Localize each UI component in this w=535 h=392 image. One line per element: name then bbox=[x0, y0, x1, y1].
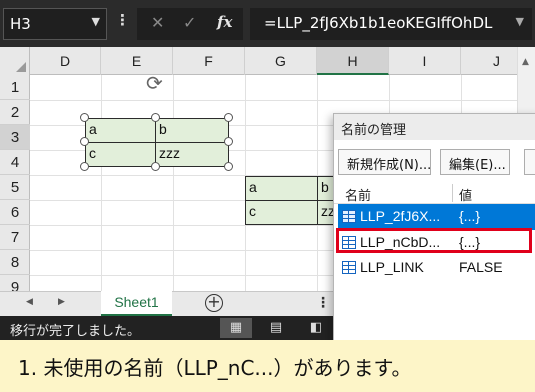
resize-handle[interactable] bbox=[80, 162, 89, 171]
scroll-right-icon[interactable]: ▶ bbox=[58, 297, 65, 307]
fx-icon[interactable]: fx bbox=[217, 13, 232, 31]
table-icon bbox=[342, 261, 356, 274]
value-cell: FALSE bbox=[459, 259, 503, 275]
check-icon[interactable]: ✓ bbox=[183, 13, 196, 32]
row-header-3[interactable]: 3 bbox=[0, 125, 30, 150]
resize-handle[interactable] bbox=[224, 162, 233, 171]
grid-cell[interactable]: a bbox=[245, 176, 318, 201]
caption: 1. 未使用の名前（LLP_nC...）があります。 bbox=[0, 340, 535, 392]
status-bar: 移行が完了しました。 ▦ ▤ ◧ bbox=[0, 316, 340, 340]
plus-circle-icon[interactable]: + bbox=[205, 294, 223, 312]
edit-button[interactable]: 編集(E)... bbox=[440, 149, 510, 175]
status-message: 移行が完了しました。 bbox=[10, 324, 141, 339]
column-headers: D E F G H I J bbox=[0, 47, 535, 75]
row-header-7[interactable]: 7 bbox=[0, 225, 30, 250]
vertical-dots-icon[interactable]: ⋮ bbox=[316, 295, 330, 311]
row-header-9[interactable]: 9 bbox=[0, 275, 30, 291]
row-header-2[interactable]: 2 bbox=[0, 100, 30, 125]
formula-buttons: ✕ ✓ fx bbox=[137, 8, 243, 40]
name-list-item[interactable]: LLP_2fJ6X... {...} bbox=[338, 204, 535, 230]
row-header-8[interactable]: 8 bbox=[0, 250, 30, 275]
shape-cell: a bbox=[85, 118, 156, 143]
name-box-value: H3 bbox=[10, 15, 31, 33]
list-header: 名前 値 bbox=[334, 182, 535, 204]
shape-cell: zzz bbox=[155, 142, 229, 167]
scroll-left-icon[interactable]: ◀ bbox=[26, 297, 33, 307]
name-cell: LLP_LINK bbox=[360, 259, 424, 275]
name-list-item[interactable]: LLP_LINK FALSE bbox=[338, 255, 535, 281]
normal-view-icon[interactable]: ▦ bbox=[220, 318, 252, 338]
column-header-g[interactable]: G bbox=[245, 47, 317, 75]
resize-handle[interactable] bbox=[224, 113, 233, 122]
new-name-button[interactable]: 新規作成(N)... bbox=[338, 149, 431, 175]
row-header-6[interactable]: 6 bbox=[0, 200, 30, 225]
page-break-icon[interactable]: ◧ bbox=[300, 318, 332, 338]
vertical-dots-icon[interactable]: ⋮ bbox=[115, 11, 130, 29]
table-icon bbox=[342, 210, 356, 223]
grid-cell[interactable]: c bbox=[245, 200, 318, 225]
column-header-f[interactable]: F bbox=[173, 47, 245, 75]
row-header-1[interactable]: 1 bbox=[0, 75, 30, 100]
scroll-up-icon[interactable]: ▲ bbox=[522, 57, 529, 67]
gridline bbox=[101, 75, 102, 291]
name-column-header[interactable]: 名前 bbox=[345, 185, 371, 204]
gridline bbox=[173, 75, 174, 291]
screenshot-root: H3 ▼ ⋮ ✕ ✓ fx =LLP_2fJ6Xb1b1eoKEGIffOhDL… bbox=[0, 0, 535, 392]
formula-bar: H3 ▼ ⋮ ✕ ✓ fx =LLP_2fJ6Xb1b1eoKEGIffOhDL… bbox=[0, 0, 535, 47]
column-header-d[interactable]: D bbox=[30, 47, 101, 75]
column-header-i[interactable]: I bbox=[389, 47, 461, 75]
gridline bbox=[30, 100, 535, 101]
formula-input[interactable]: =LLP_2fJ6Xb1b1eoKEGIffOhDL ▼ bbox=[250, 8, 532, 40]
resize-handle[interactable] bbox=[151, 162, 160, 171]
shape-cell: c bbox=[85, 142, 156, 167]
dialog-title: 名前の管理 bbox=[334, 114, 535, 140]
chevron-down-icon[interactable]: ▼ bbox=[92, 15, 100, 28]
resize-handle[interactable] bbox=[80, 113, 89, 122]
formula-text: =LLP_2fJ6Xb1b1eoKEGIffOhDL bbox=[264, 14, 493, 32]
column-header-h[interactable]: H bbox=[317, 47, 389, 75]
sheet-tab[interactable]: Sheet1 bbox=[101, 291, 172, 316]
row-header-5[interactable]: 5 bbox=[0, 175, 30, 200]
shape-cell: b bbox=[155, 118, 229, 143]
value-cell: {...} bbox=[459, 208, 481, 224]
x-icon[interactable]: ✕ bbox=[151, 13, 164, 32]
resize-handle[interactable] bbox=[80, 137, 89, 146]
resize-handle[interactable] bbox=[151, 113, 160, 122]
sheet-tabs-bar: ◀ ▶ Sheet1 + ⋮ bbox=[0, 291, 340, 316]
select-all-corner[interactable] bbox=[0, 47, 30, 75]
resize-handle[interactable] bbox=[224, 137, 233, 146]
rotate-handle-icon[interactable]: ⟳ bbox=[146, 71, 163, 95]
row-header-4[interactable]: 4 bbox=[0, 150, 30, 175]
name-cell: LLP_2fJ6X... bbox=[360, 208, 441, 224]
value-column-header[interactable]: 値 bbox=[459, 185, 472, 204]
highlight-box bbox=[336, 228, 532, 253]
name-box[interactable]: H3 ▼ bbox=[3, 8, 107, 40]
row-headers: 1 2 3 4 5 6 7 8 9 bbox=[0, 75, 30, 291]
page-layout-icon[interactable]: ▤ bbox=[260, 318, 292, 338]
chevron-down-icon[interactable]: ▼ bbox=[516, 15, 524, 28]
delete-button[interactable] bbox=[524, 149, 535, 175]
